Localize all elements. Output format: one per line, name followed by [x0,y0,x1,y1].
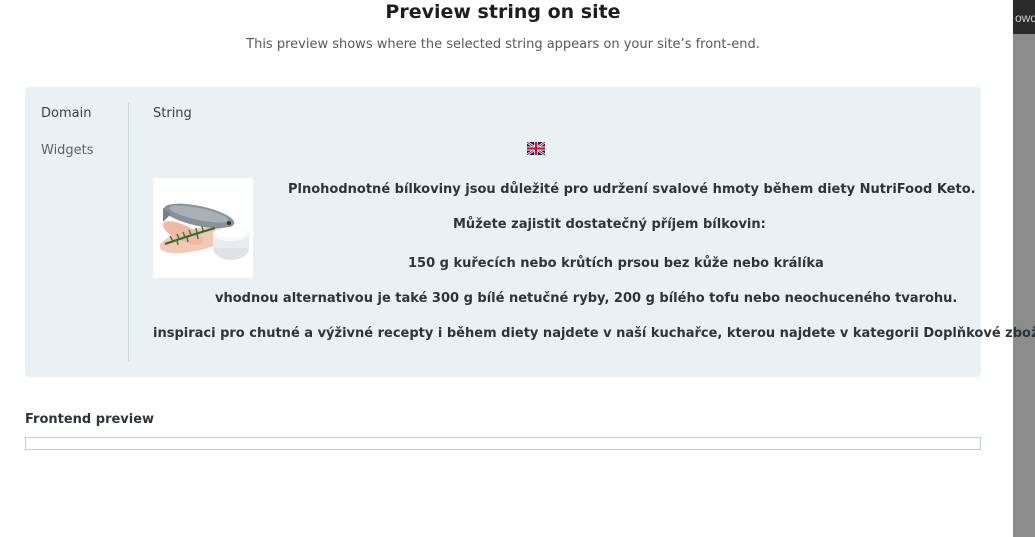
background-overlay[interactable]: owdy [1013,0,1035,537]
uk-flag-icon [527,142,545,155]
frontend-preview-frame[interactable] [25,437,981,450]
string-line-1: Plnohodnotné bílkoviny jsou důležité pro… [288,182,976,197]
string-line-2: Můžete zajistit dostatečný příjem bílkov… [453,217,766,232]
modal-subtitle: This preview shows where the selected st… [246,37,760,52]
string-line-3: 150 g kuřecích nebo krůtích prsou bez ků… [408,256,824,271]
sidebar-item-widgets[interactable]: Widgets [41,143,94,158]
preview-modal: Preview string on site This preview show… [0,0,1035,537]
panel-sidebar: Domain Widgets [25,103,129,361]
food-product-image [153,178,253,278]
string-line-5: inspiraci pro chutné a výživné recepty i… [153,326,1035,341]
string-label: String [153,106,192,121]
admin-bar: owdy [1013,0,1035,34]
string-line-4: vhodnou alternativou je také 300 g bílé … [215,291,958,306]
modal-title: Preview string on site [385,1,621,23]
sidebar-item-domain[interactable]: Domain [41,106,91,121]
admin-bar-howdy[interactable]: owdy [1015,11,1035,25]
string-details-panel: Domain Widgets String Plnohodnotné bílko… [25,87,1035,377]
frontend-preview-label: Frontend preview [25,412,155,427]
